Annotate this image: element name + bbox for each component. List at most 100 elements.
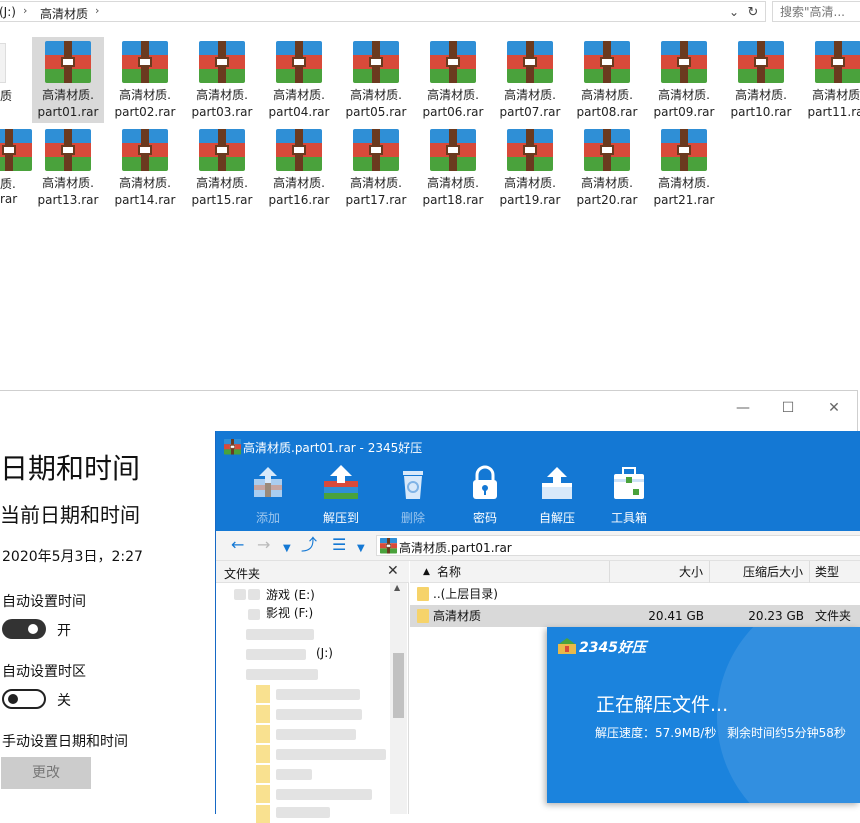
file-item[interactable]: 高清材质. part04.rar	[263, 37, 335, 123]
folder-icon	[256, 765, 270, 783]
file-item[interactable]: 高清材质. part05.rar	[340, 37, 412, 123]
file-label-line1: 高清材质.	[581, 176, 633, 190]
rar-archive-icon	[661, 129, 707, 173]
folder-icon	[256, 725, 270, 743]
tree-item-drive-j[interactable]: (J:)	[316, 646, 333, 660]
tree-item-blurred[interactable]	[276, 689, 360, 700]
auto-zone-toggle[interactable]	[2, 689, 46, 709]
tree-item-blurred[interactable]	[276, 709, 362, 720]
tree-item-blurred[interactable]	[246, 649, 306, 660]
file-label-line2: part07.rar	[499, 105, 561, 119]
tree-item-blurred[interactable]	[276, 789, 372, 800]
rar-archive-icon	[122, 129, 168, 173]
folder-icon	[256, 705, 270, 723]
file-label-line2: part02.rar	[114, 105, 176, 119]
scrollbar-thumb[interactable]	[393, 653, 404, 718]
file-item[interactable]: 高清材质. part15.rar	[186, 125, 258, 211]
tree-expander[interactable]	[234, 589, 246, 600]
tree-item-drive-e[interactable]: 游戏 (E:)	[266, 586, 315, 603]
folder-pane-close-icon[interactable]: ✕	[387, 563, 399, 579]
column-header-name[interactable]: ▲ 名称	[410, 561, 610, 583]
file-item[interactable]: 高清材质. part16.rar	[263, 125, 335, 211]
tree-item-blurred[interactable]	[276, 729, 356, 740]
file-item[interactable]: 高清材质. part14.rar	[109, 125, 181, 211]
file-label-line2: part18.rar	[422, 193, 484, 207]
delete-button[interactable]: 删除	[381, 461, 445, 529]
breadcrumb-separator-icon[interactable]: ›	[23, 4, 27, 17]
address-bar: (J:) › 高清材质 › ⌄ ↻	[0, 0, 860, 23]
tree-item-blurred[interactable]	[276, 749, 386, 760]
self-extract-button[interactable]: 自解压	[525, 461, 589, 529]
tree-item-drive-f[interactable]: 影视 (F:)	[266, 604, 313, 621]
refresh-icon[interactable]: ↻	[744, 4, 762, 21]
file-label-line2: part21.rar	[653, 193, 715, 207]
file-item-partial[interactable]: 质. rar	[0, 125, 32, 211]
file-item[interactable]: 高清材质. part06.rar	[417, 37, 489, 123]
column-header-type[interactable]: 类型	[810, 561, 860, 583]
breadcrumb-drive[interactable]: (J:)	[0, 5, 16, 19]
close-button[interactable]: ✕	[811, 397, 857, 419]
file-item-partial[interactable]: 质	[0, 37, 14, 123]
search-box[interactable]	[772, 1, 860, 22]
tree-item-blurred[interactable]	[276, 769, 312, 780]
change-button[interactable]: 更改	[1, 757, 91, 789]
file-item[interactable]: 高清材质. part11.rar	[802, 37, 860, 123]
list-row-folder[interactable]: 高清材质 20.41 GB 20.23 GB 文件夹	[410, 605, 860, 627]
file-label-line1: 高清材质.	[427, 88, 479, 102]
folder-icon	[417, 609, 429, 623]
search-input[interactable]	[773, 2, 860, 21]
auto-time-toggle[interactable]	[2, 619, 46, 639]
breadcrumb-folder[interactable]: 高清材质	[40, 5, 88, 22]
file-item[interactable]: 高清材质. part10.rar	[725, 37, 797, 123]
file-item[interactable]: 高清材质. part19.rar	[494, 125, 566, 211]
file-item[interactable]: 高清材质. part03.rar	[186, 37, 258, 123]
up-folder-icon[interactable]: ⤴	[301, 536, 317, 554]
file-item[interactable]: 高清材质. part02.rar	[109, 37, 181, 123]
app-logo-icon	[558, 638, 576, 657]
file-item[interactable]: 高清材质. part08.rar	[571, 37, 643, 123]
toolbox-button[interactable]: 工具箱	[597, 461, 661, 529]
file-label-line2: part08.rar	[576, 105, 638, 119]
password-button[interactable]: 密码	[453, 461, 517, 529]
folder-pane-scrollbar[interactable]: ▲	[390, 583, 407, 814]
file-label-line1: 高清材质.	[658, 176, 710, 190]
self-extract-label: 自解压	[538, 511, 575, 525]
file-label-line1: 高清材质.	[350, 88, 402, 102]
folder-pane-title: 文件夹	[224, 567, 261, 581]
scroll-up-icon[interactable]: ▲	[394, 583, 400, 592]
file-item[interactable]: 高清材质. part17.rar	[340, 125, 412, 211]
toolbox-label: 工具箱	[610, 511, 647, 525]
file-item[interactable]: 高清材质. part18.rar	[417, 125, 489, 211]
file-label: 高清材质. part17.rar	[336, 175, 416, 209]
file-item[interactable]: 高清材质. part20.rar	[571, 125, 643, 211]
file-label: 高清材质. part19.rar	[490, 175, 570, 209]
row-size: 20.41 GB	[648, 609, 704, 623]
tree-item-blurred[interactable]	[246, 669, 318, 680]
list-row-parent[interactable]: ..(上层目录)	[410, 583, 860, 605]
archive-path-field[interactable]: 高清材质.part01.rar	[376, 535, 860, 556]
history-dropdown-icon[interactable]: ▼	[283, 540, 291, 558]
add-button[interactable]: 添加	[236, 461, 300, 529]
file-item[interactable]: 高清材质. part21.rar	[648, 125, 720, 211]
file-item[interactable]: 高清材质. part07.rar	[494, 37, 566, 123]
breadcrumb-chevron-icon[interactable]: ›	[95, 4, 99, 17]
maximize-button[interactable]: ☐	[765, 397, 811, 419]
file-item[interactable]: 高清材质. part13.rar	[32, 125, 104, 211]
back-arrow-icon[interactable]: ←	[231, 536, 244, 554]
add-icon	[254, 467, 282, 497]
address-field[interactable]: (J:) › 高清材质 › ⌄ ↻	[0, 1, 766, 22]
view-dropdown-icon[interactable]: ▼	[357, 540, 365, 558]
tree-item-blurred[interactable]	[246, 629, 314, 640]
navigation-bar: ← → ▼ ⤴ ☰ ▼ 高清材质.part01.rar	[216, 531, 860, 561]
file-item[interactable]: 高清材质. part01.rar	[32, 37, 104, 123]
rar-archive-icon	[738, 41, 784, 85]
address-dropdown-icon[interactable]: ⌄	[725, 4, 743, 21]
column-header-size[interactable]: 大小	[610, 561, 710, 583]
minimize-button[interactable]: —	[720, 397, 766, 419]
tree-item-blurred[interactable]	[276, 807, 330, 818]
column-header-packed[interactable]: 压缩后大小	[710, 561, 810, 583]
forward-arrow-icon[interactable]: →	[257, 536, 270, 554]
file-item[interactable]: 高清材质. part09.rar	[648, 37, 720, 123]
extract-to-button[interactable]: 解压到	[309, 461, 373, 529]
view-list-icon[interactable]: ☰	[332, 536, 346, 554]
